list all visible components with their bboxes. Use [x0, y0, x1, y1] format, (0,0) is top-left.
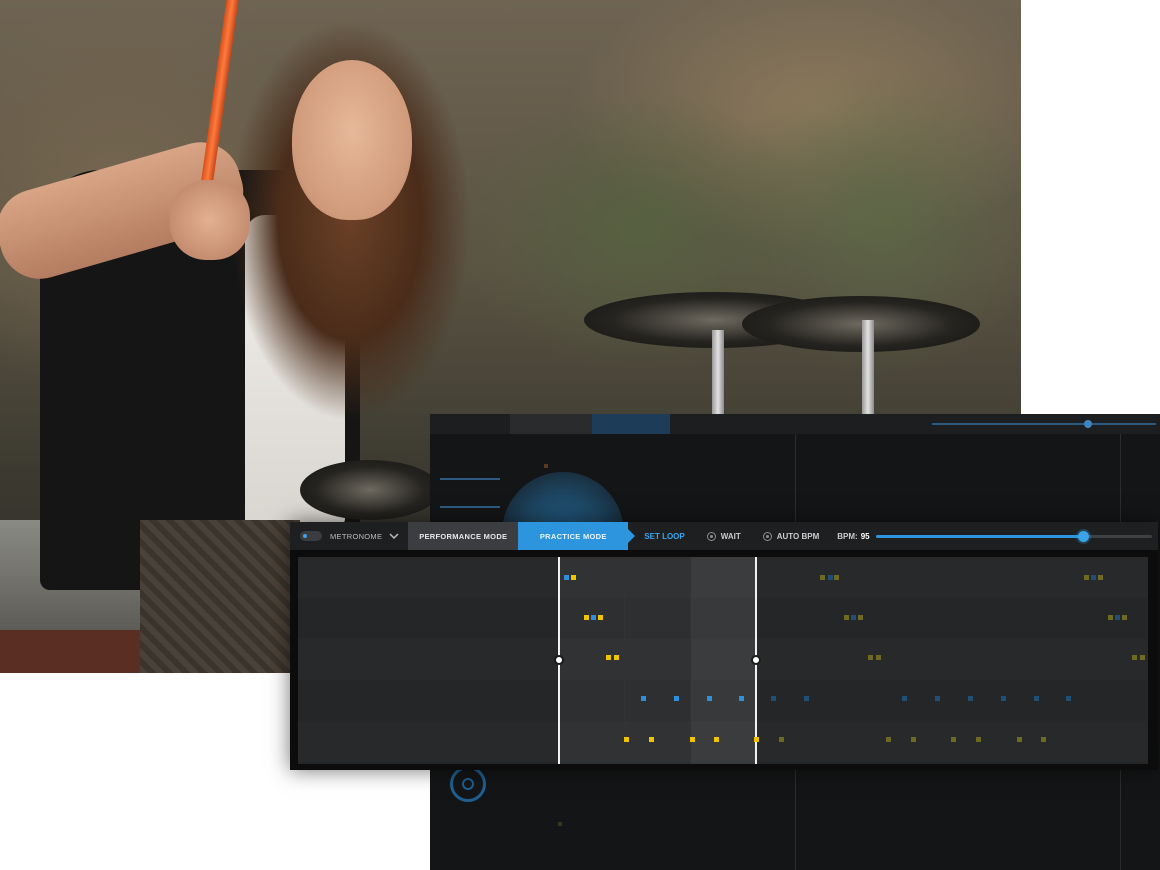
- drum-note: [707, 696, 712, 701]
- beat-line: [690, 557, 691, 764]
- drum-note: [951, 737, 956, 742]
- back-record-icon: [450, 766, 486, 802]
- drummer-skirt: [140, 520, 300, 673]
- beat-line: [624, 557, 625, 764]
- drum-note: [779, 737, 784, 742]
- set-loop-button[interactable]: SET LOOP: [644, 532, 684, 541]
- cymbal-stand-right: [862, 320, 874, 416]
- drum-note: [1108, 615, 1113, 620]
- drum-note: [674, 696, 679, 701]
- drum-note: [1066, 696, 1071, 701]
- cymbal-stand-left: [712, 330, 724, 420]
- chevron-down-icon[interactable]: [388, 531, 400, 541]
- drum-note: [1115, 615, 1120, 620]
- bpm-value: 95: [860, 531, 870, 541]
- drum-note: [1034, 696, 1039, 701]
- drum-note: [771, 696, 776, 701]
- drum-note: [1140, 655, 1145, 660]
- wait-label: WAIT: [720, 531, 741, 541]
- drum-note: [828, 575, 833, 580]
- drum-note: [591, 615, 596, 620]
- drum-note: [598, 615, 603, 620]
- drum-note: [714, 737, 719, 742]
- drum-note: [911, 737, 916, 742]
- loop-end-handle[interactable]: [751, 655, 761, 665]
- wait-option[interactable]: WAIT: [706, 531, 741, 541]
- drum-note: [614, 655, 619, 660]
- drum-note: [1017, 737, 1022, 742]
- drummer-hand: [170, 180, 250, 260]
- loop-start-handle[interactable]: [554, 655, 564, 665]
- back-note: [558, 822, 562, 826]
- drum-note: [1132, 655, 1137, 660]
- back-metronome-tab: [430, 414, 510, 434]
- drum-note: [820, 575, 825, 580]
- radio-icon[interactable]: [706, 531, 716, 541]
- back-practice-tab: [592, 414, 670, 434]
- drummer-face: [292, 60, 412, 220]
- auto-bpm-label: AUTO BPM: [776, 531, 820, 541]
- drum-note: [564, 575, 569, 580]
- drum-note: [649, 737, 654, 742]
- back-track-slider-1: [440, 478, 500, 480]
- bpm-slider[interactable]: [876, 531, 1152, 542]
- back-bpm-knob: [1084, 420, 1092, 428]
- drum-note: [1091, 575, 1096, 580]
- drum-note: [968, 696, 973, 701]
- auto-bpm-option[interactable]: AUTO BPM: [762, 531, 820, 541]
- drum-note: [834, 575, 839, 580]
- drum-note: [1122, 615, 1127, 620]
- photo-floor-rug: [0, 630, 140, 673]
- drum-note: [1041, 737, 1046, 742]
- metronome-label[interactable]: METRONOME: [330, 532, 382, 541]
- drum-note: [571, 575, 576, 580]
- bpm-slider-fill: [876, 535, 1083, 538]
- drum-note: [886, 737, 891, 742]
- drum-note: [804, 696, 809, 701]
- mode-toolbar: METRONOME PERFORMANCE MODE PRACTICE MODE…: [290, 522, 1158, 550]
- drum-note: [624, 737, 629, 742]
- note-grid[interactable]: [298, 557, 1148, 764]
- drum-note: [844, 615, 849, 620]
- drum-note: [976, 737, 981, 742]
- drum-note: [858, 615, 863, 620]
- drum-note: [868, 655, 873, 660]
- drum-app-panel: METRONOME PERFORMANCE MODE PRACTICE MODE…: [290, 522, 1158, 770]
- back-bpm-slider: [932, 423, 1156, 425]
- back-note: [544, 464, 548, 468]
- back-track-slider-2: [440, 506, 500, 508]
- bpm-readout: BPM: 95: [837, 532, 869, 541]
- drum-note: [606, 655, 611, 660]
- drum-note: [690, 737, 695, 742]
- practice-mode-button[interactable]: PRACTICE MODE: [518, 522, 636, 550]
- drum-note: [754, 737, 759, 742]
- drum-note: [851, 615, 856, 620]
- drum-note: [739, 696, 744, 701]
- drum-note: [1084, 575, 1089, 580]
- toggle-icon[interactable]: [300, 531, 322, 541]
- practice-mode-label: PRACTICE MODE: [539, 531, 607, 541]
- drum-note: [902, 696, 907, 701]
- cymbal-right: [742, 296, 980, 352]
- drum-note: [1098, 575, 1103, 580]
- drum-note: [935, 696, 940, 701]
- drum-note: [1001, 696, 1006, 701]
- bpm-label: BPM:: [837, 531, 858, 541]
- loop-region-highlight: [690, 557, 756, 764]
- back-performance-tab: [510, 414, 592, 434]
- drum-note: [641, 696, 646, 701]
- performance-mode-label: PERFORMANCE MODE: [419, 531, 508, 541]
- drum-note: [584, 615, 589, 620]
- bpm-slider-knob[interactable]: [1078, 531, 1089, 542]
- drum-note: [876, 655, 881, 660]
- radio-icon[interactable]: [762, 531, 772, 541]
- performance-mode-button[interactable]: PERFORMANCE MODE: [408, 522, 519, 550]
- drum-pad: [300, 460, 440, 520]
